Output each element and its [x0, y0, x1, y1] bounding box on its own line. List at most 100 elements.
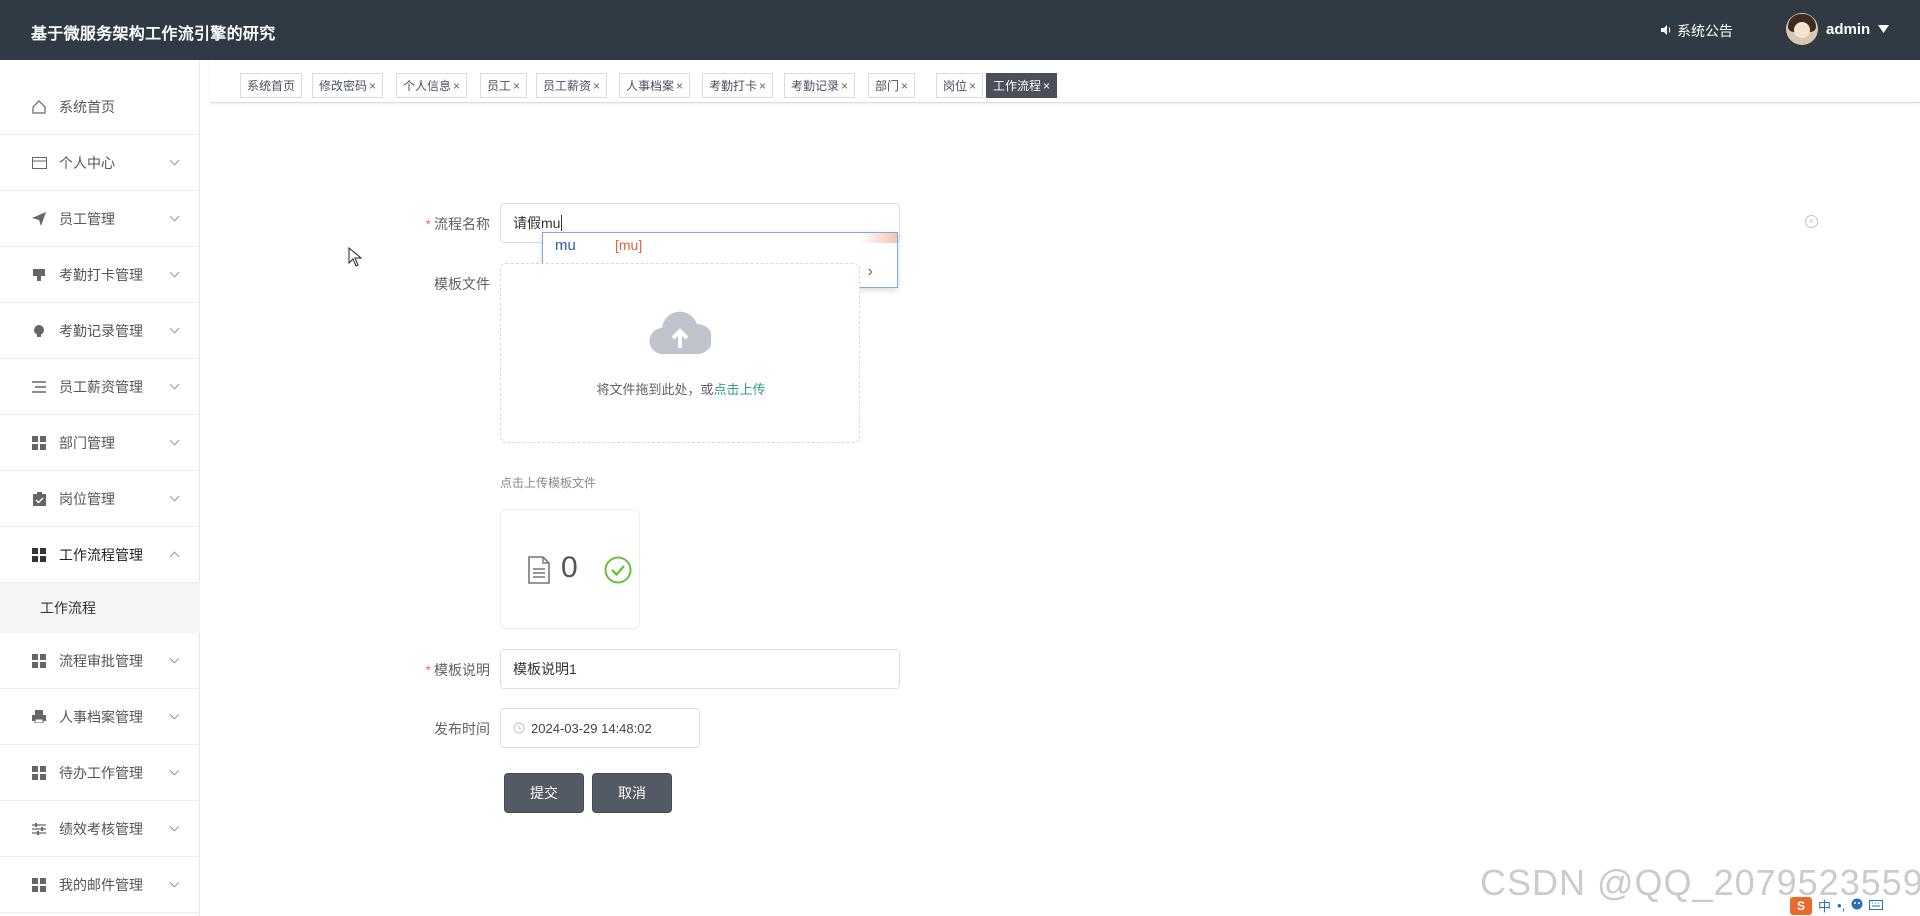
tab-position[interactable]: 岗位 × — [936, 73, 984, 98]
chevron-down-icon — [169, 765, 180, 776]
desc-label: * 模板说明 — [370, 660, 490, 680]
sogou-logo-icon: S — [1790, 896, 1812, 915]
tab-workflow[interactable]: 工作流程 × — [986, 73, 1058, 98]
template-label: 模板文件 — [434, 276, 490, 292]
sidebar-item-label: 个人中心 — [59, 154, 115, 171]
tab-label: 修改密码 — [319, 79, 368, 93]
sidebar-item-attendance[interactable]: 考勤记录管理 — [0, 303, 200, 359]
sidebar-item-label: 流程审批管理 — [59, 652, 143, 669]
sidebar-item-personal[interactable]: 个人中心 — [0, 135, 200, 191]
ime-punct[interactable]: •, — [1837, 898, 1845, 913]
template-desc-input[interactable]: 模板说明1 — [500, 649, 900, 689]
sidebar-item-label: 系统首页 — [59, 98, 115, 115]
sidebar-subitem-workflow[interactable]: 工作流程 — [0, 583, 200, 633]
bulb-icon — [31, 323, 47, 339]
upload-dropzone[interactable]: 将文件拖到此处，或点击上传 — [500, 263, 860, 443]
upload-text: 将文件拖到此处，或点击上传 — [501, 379, 861, 398]
sidebar-item-label: 考勤打卡管理 — [59, 266, 143, 283]
notice-button[interactable]: 系统公告 — [1660, 21, 1733, 41]
sidebar-item-label: 待办工作管理 — [59, 764, 143, 781]
printer-icon — [31, 709, 47, 725]
close-icon[interactable]: × — [513, 79, 520, 93]
close-icon[interactable]: × — [759, 79, 766, 93]
chevron-down-icon — [169, 491, 180, 502]
tab-label: 系统首页 — [247, 79, 296, 93]
sidebar-item-employee[interactable]: 员工管理 — [0, 191, 200, 247]
chevron-down-icon — [169, 821, 180, 832]
smile-icon[interactable] — [1851, 898, 1863, 913]
notice-label: 系统公告 — [1677, 23, 1733, 39]
clock-icon — [513, 722, 525, 734]
chevron-down-icon — [169, 877, 180, 888]
sidebar-item-todo[interactable]: 待办工作管理 — [0, 745, 200, 801]
upload-link[interactable]: 点击上传 — [714, 382, 766, 397]
text-caret — [561, 215, 563, 231]
sidebar-item-checkin[interactable]: 考勤打卡管理 — [0, 247, 200, 303]
grid-icon — [31, 765, 47, 781]
sidebar-item-label: 我的邮件管理 — [59, 876, 143, 893]
tab-hr-archive[interactable]: 人事档案 × — [619, 73, 691, 98]
chevron-right-icon[interactable]: › — [868, 263, 873, 281]
top-header: 基于微服务架构工作流引擎的研究 系统公告 admin — [0, 0, 1920, 60]
speaker-icon — [1660, 23, 1672, 39]
submit-button[interactable]: 提交 — [504, 773, 584, 813]
chevron-down-icon — [169, 379, 180, 390]
tab-department[interactable]: 部门 × — [868, 73, 916, 98]
tab-label: 个人信息 — [403, 79, 452, 93]
cancel-button[interactable]: 取消 — [592, 773, 672, 813]
sidebar-item-department[interactable]: 部门管理 — [0, 415, 200, 471]
close-icon[interactable]: × — [593, 79, 600, 93]
chevron-up-icon — [169, 551, 180, 562]
clipboard-icon — [31, 491, 47, 507]
stamp-icon — [31, 267, 47, 283]
name-label: * 流程名称 — [370, 214, 490, 234]
tab-label: 考勤记录 — [791, 79, 840, 93]
card-icon — [31, 155, 47, 171]
keyboard-icon[interactable] — [1869, 898, 1884, 913]
tab-profile[interactable]: 个人信息 × — [396, 73, 468, 98]
tab-password[interactable]: 修改密码 × — [312, 73, 384, 98]
tab-home[interactable]: 系统首页 — [240, 73, 303, 98]
required-mark: * — [425, 662, 431, 678]
sidebar: 系统首页 个人中心 员工管理 考勤打卡管理 考勤记录管理 员工薪资管理 部门管理… — [0, 60, 200, 916]
name-label-text: 流程名称 — [434, 216, 490, 232]
sidebar-item-label: 工作流程管理 — [59, 546, 143, 563]
chevron-down-icon — [169, 653, 180, 664]
publish-time-input[interactable]: 2024-03-29 14:48:02 — [500, 708, 700, 748]
sidebar-item-position[interactable]: 岗位管理 — [0, 471, 200, 527]
tab-label: 工作流程 — [993, 79, 1042, 93]
desc-label-text: 模板说明 — [434, 662, 490, 678]
close-icon[interactable]: × — [969, 79, 976, 93]
sidebar-item-mail[interactable]: 我的邮件管理 — [0, 857, 200, 913]
close-icon[interactable]: × — [841, 79, 848, 93]
user-menu[interactable]: admin — [1786, 13, 1890, 45]
ime-lang[interactable]: 中 — [1818, 896, 1831, 915]
tab-attendance[interactable]: 考勤记录 × — [784, 73, 856, 98]
sidebar-item-performance[interactable]: 绩效考核管理 — [0, 801, 200, 857]
sidebar-item-approval[interactable]: 流程审批管理 — [0, 633, 200, 689]
close-icon[interactable]: × — [453, 79, 460, 93]
sidebar-item-salary[interactable]: 员工薪资管理 — [0, 359, 200, 415]
sidebar-item-workflow[interactable]: 工作流程管理 — [0, 527, 200, 583]
mouse-pointer-icon — [348, 246, 363, 272]
chevron-down-icon — [169, 435, 180, 446]
upload-tip: 点击上传模板文件 — [500, 476, 597, 490]
time-label: 发布时间 — [434, 721, 490, 737]
sidebar-item-hr-archive[interactable]: 人事档案管理 — [0, 689, 200, 745]
tab-salary[interactable]: 员工薪资 × — [536, 73, 608, 98]
close-icon[interactable]: × — [1043, 79, 1050, 93]
uploaded-file-card[interactable]: 0 — [500, 509, 640, 629]
chevron-down-icon — [169, 323, 180, 334]
ime-decoration — [859, 233, 897, 243]
sidebar-item-label: 员工薪资管理 — [59, 378, 143, 395]
sidebar-item-home[interactable]: 系统首页 — [0, 79, 200, 135]
tab-employee[interactable]: 员工 × — [480, 73, 528, 98]
workflow-name-value: 请假mu — [513, 215, 561, 231]
file-count: 0 — [561, 551, 578, 584]
clear-icon[interactable]: × — [1805, 215, 1818, 228]
tab-checkin[interactable]: 考勤打卡 × — [702, 73, 774, 98]
close-icon[interactable]: × — [369, 79, 376, 93]
chevron-down-icon — [169, 709, 180, 720]
close-icon[interactable]: × — [676, 79, 683, 93]
close-icon[interactable]: × — [901, 79, 908, 93]
